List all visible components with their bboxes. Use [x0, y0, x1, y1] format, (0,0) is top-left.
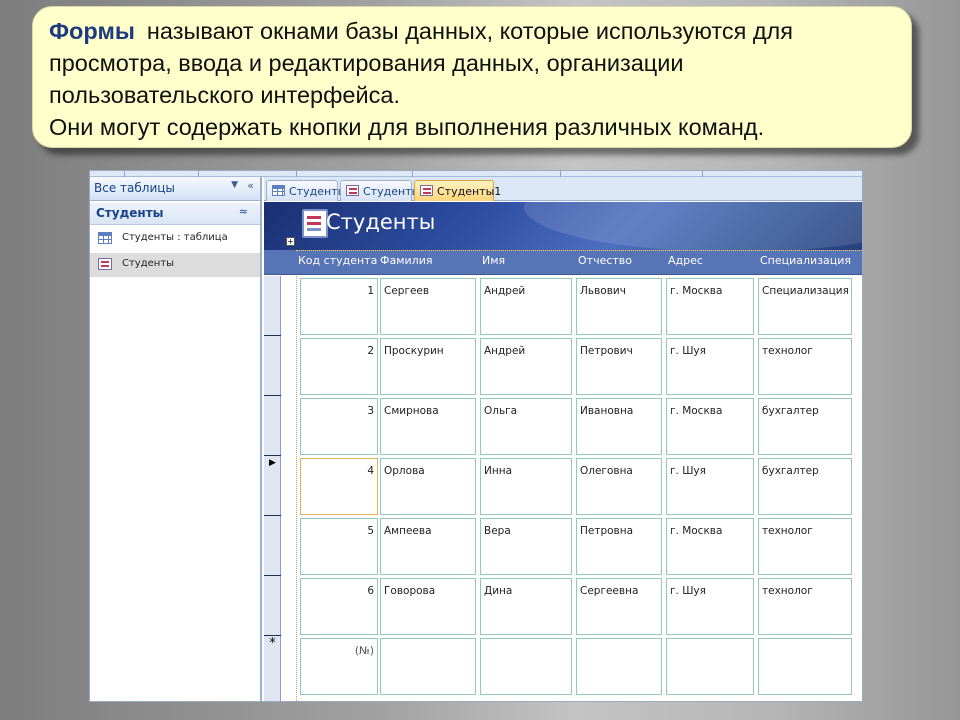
record-selector[interactable] — [264, 336, 281, 396]
column-header-bar: Код студента Фамилия Имя Отчество Адрес … — [264, 250, 862, 275]
caption-line-1-text: называют окнами базы данных, которые исп… — [146, 18, 793, 44]
caption-line-2: просмотра, ввода и редактирования данных… — [49, 50, 684, 76]
field-name[interactable]: Дина — [480, 578, 572, 635]
records-area: ▶ * 1 Сергеев Андрей Львович г. Москва Специал… — [264, 276, 862, 701]
field-address[interactable]: г. Москва — [666, 278, 754, 335]
field-patronymic[interactable]: Олеговна — [576, 458, 662, 515]
field-specialization[interactable]: технолог — [758, 338, 852, 395]
field-name[interactable]: Ольга — [480, 398, 572, 455]
column-header: Имя — [482, 254, 506, 267]
nav-item-students-table[interactable]: Студенты : таблица — [90, 227, 260, 251]
field-name[interactable]: Андрей — [480, 278, 572, 335]
caption-line-3: пользовательского интерфейса. — [49, 82, 400, 108]
nav-item-label: Студенты — [122, 258, 175, 269]
form-title: Студенты — [326, 210, 436, 234]
record-selector-column: ▶ * — [264, 276, 281, 701]
nav-group-label: Студенты — [96, 206, 164, 220]
form-view: Студенты + Код студента Фамилия Имя Отче… — [264, 202, 862, 701]
table-icon — [272, 185, 285, 196]
tab-students-table[interactable]: Студенты — [266, 180, 346, 201]
field-address[interactable]: г. Шуя — [666, 458, 754, 515]
form-logo-icon — [302, 209, 328, 238]
caption-line-4: Они могут содержать кнопки для выполнени… — [49, 114, 765, 140]
record-selector[interactable] — [264, 276, 281, 336]
form-icon — [98, 258, 112, 270]
field-code[interactable]: 1 — [300, 278, 378, 335]
tab-students-form[interactable]: Студенты — [340, 180, 420, 201]
table-icon — [98, 232, 112, 244]
chevron-down-icon[interactable]: ▼ — [231, 180, 238, 190]
field-address[interactable]: г. Москва — [666, 518, 754, 575]
field-specialization[interactable]: технолог — [758, 518, 852, 575]
document-tabs: Студенты Студенты Студенты1 — [264, 177, 862, 201]
field-surname[interactable]: Смирнова — [380, 398, 476, 455]
tab-label: Студенты — [289, 185, 347, 198]
nav-pane-title: Все таблицы — [94, 181, 175, 195]
field-code[interactable]: 6 — [300, 578, 378, 635]
field-patronymic[interactable]: Ивановна — [576, 398, 662, 455]
field-address[interactable]: г. Москва — [666, 398, 754, 455]
record-selector[interactable] — [264, 516, 281, 576]
field-name[interactable]: Вера — [480, 518, 572, 575]
nav-pane-header[interactable]: Все таблицы ▼ « — [90, 177, 260, 201]
field-surname[interactable] — [380, 638, 476, 695]
record-selector[interactable]: ▶ — [264, 456, 281, 516]
form-icon — [346, 185, 359, 196]
move-handle-icon[interactable]: + — [286, 237, 295, 246]
field-patronymic[interactable] — [576, 638, 662, 695]
field-name[interactable] — [480, 638, 572, 695]
field-surname[interactable]: Говорова — [380, 578, 476, 635]
column-header: Код студента — [298, 254, 378, 267]
field-address[interactable] — [666, 638, 754, 695]
field-patronymic[interactable]: Петровна — [576, 518, 662, 575]
field-code[interactable]: 3 — [300, 398, 378, 455]
field-patronymic[interactable]: Петрович — [576, 338, 662, 395]
field-specialization[interactable] — [758, 638, 852, 695]
field-specialization[interactable]: технолог — [758, 578, 852, 635]
caption-highlight: Формы — [49, 18, 135, 44]
tab-label: Студенты — [363, 185, 421, 198]
field-code[interactable]: 4 — [300, 458, 378, 515]
record-selector[interactable]: * — [264, 636, 281, 696]
tab-label: Студенты1 — [437, 185, 502, 198]
tab-students1-form[interactable]: Студенты1 — [414, 180, 501, 201]
column-header: Специализация — [760, 254, 852, 267]
field-specialization[interactable]: Специализация — [758, 278, 852, 335]
field-specialization[interactable]: бухгалтер — [758, 398, 852, 455]
caption-box: Формы называют окнами базы данных, которы… — [32, 6, 912, 148]
caption-line-1: Формы называют окнами базы данных, которы… — [49, 15, 895, 47]
form-icon — [420, 185, 433, 196]
field-code[interactable]: 2 — [300, 338, 378, 395]
field-name[interactable]: Андрей — [480, 338, 572, 395]
column-header: Фамилия — [380, 254, 433, 267]
field-address[interactable]: г. Шуя — [666, 578, 754, 635]
field-code[interactable]: (№) — [300, 638, 378, 695]
record-selector[interactable] — [264, 396, 281, 456]
navigation-pane: Все таблицы ▼ « Студенты ≈ Студенты : та… — [90, 177, 262, 701]
nav-item-students-form[interactable]: Студенты — [90, 253, 260, 277]
form-header: Студенты — [264, 202, 862, 250]
field-name[interactable]: Инна — [480, 458, 572, 515]
column-header: Адрес — [668, 254, 703, 267]
collapse-group-icon[interactable]: ≈ — [239, 205, 248, 218]
field-surname[interactable]: Ампеева — [380, 518, 476, 575]
access-window: Все таблицы ▼ « Студенты ≈ Студенты : та… — [89, 170, 863, 702]
nav-item-label: Студенты : таблица — [122, 232, 228, 243]
field-address[interactable]: г. Шуя — [666, 338, 754, 395]
field-patronymic[interactable]: Сергеевна — [576, 578, 662, 635]
field-surname[interactable]: Проскурин — [380, 338, 476, 395]
field-code[interactable]: 5 — [300, 518, 378, 575]
field-patronymic[interactable]: Львович — [576, 278, 662, 335]
nav-group-students[interactable]: Студенты ≈ — [90, 203, 260, 225]
record-selector[interactable] — [264, 576, 281, 636]
collapse-pane-icon[interactable]: « — [247, 179, 254, 192]
field-surname[interactable]: Сергеев — [380, 278, 476, 335]
field-surname[interactable]: Орлова — [380, 458, 476, 515]
field-specialization[interactable]: бухгалтер — [758, 458, 852, 515]
column-header: Отчество — [578, 254, 633, 267]
